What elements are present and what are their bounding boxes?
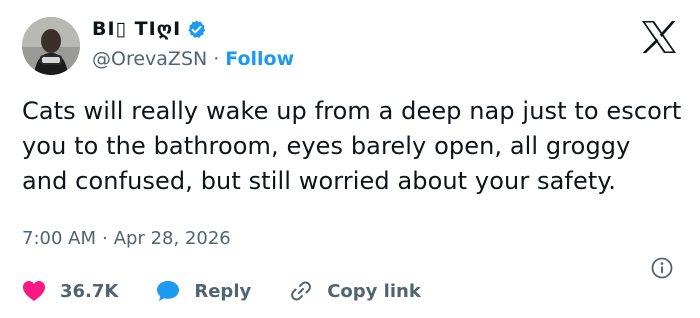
heart-icon — [23, 281, 45, 301]
reply-button[interactable]: Reply — [156, 280, 251, 302]
handle-row: @OrevaZSN · Follow — [92, 48, 294, 70]
copy-link-label: Copy link — [327, 280, 421, 302]
verified-badge-icon — [186, 19, 207, 40]
handle[interactable]: @OrevaZSN — [92, 48, 207, 70]
display-name[interactable]: BI▯ TIღI — [92, 18, 181, 40]
link-icon — [291, 281, 312, 301]
divider — [22, 266, 642, 267]
separator: · — [213, 48, 220, 70]
info-icon[interactable] — [650, 256, 674, 280]
action-bar: 36.7K Reply Copy link — [22, 276, 421, 306]
separator: · — [102, 228, 108, 249]
like-button[interactable]: 36.7K — [22, 280, 118, 302]
copy-link-button[interactable]: Copy link — [289, 279, 421, 303]
reply-label: Reply — [194, 280, 252, 302]
tweet-time[interactable]: 7:00 AM — [22, 228, 96, 249]
tweet-card: BI▯ TIღI @OrevaZSN · Follow Cats will re… — [0, 0, 700, 318]
avatar[interactable] — [22, 17, 80, 75]
author-name-row: BI▯ TIღI — [92, 18, 207, 40]
speech-bubble-icon — [157, 281, 180, 301]
tweet-text: Cats will really wake up from a deep nap… — [22, 97, 682, 195]
x-logo-icon[interactable] — [640, 20, 678, 54]
follow-button[interactable]: Follow — [225, 48, 294, 70]
like-count: 36.7K — [60, 280, 119, 302]
tweet-metadata: 7:00 AM · Apr 28, 2026 — [22, 228, 231, 249]
tweet-date[interactable]: Apr 28, 2026 — [114, 228, 231, 249]
